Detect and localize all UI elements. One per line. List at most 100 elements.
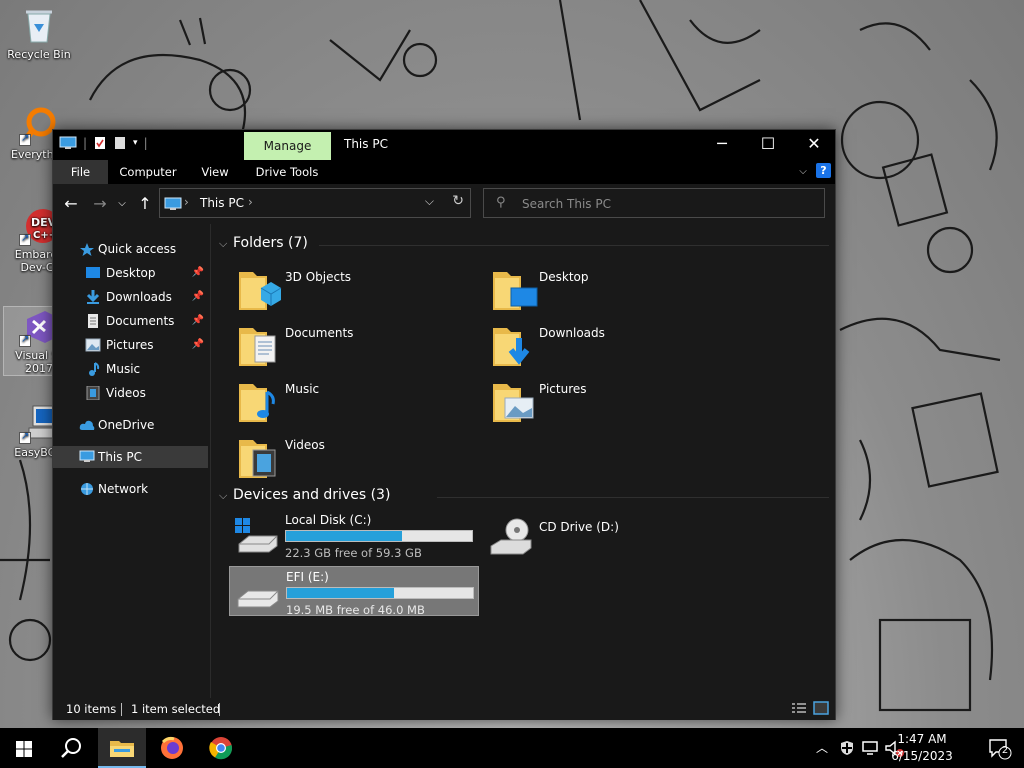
search-box[interactable]: ⚲ [483, 188, 825, 218]
taskbar-chrome[interactable] [197, 728, 245, 768]
collapse-chevron-icon[interactable]: ⌵ [219, 489, 233, 503]
breadcrumb-this-pc[interactable]: This PC [200, 196, 244, 210]
help-button[interactable]: ? [816, 163, 831, 178]
divider [437, 497, 829, 498]
desktop-icon-recycle-bin[interactable]: Recycle Bin [3, 6, 75, 61]
folder-music-icon [239, 384, 275, 422]
tab-view[interactable]: View [193, 160, 237, 184]
close-button[interactable]: ✕ [791, 130, 837, 158]
system-clock[interactable]: 1:47 AM 6/15/2023 [882, 731, 962, 765]
desktop-icon [86, 267, 100, 278]
folder-label: Desktop [539, 270, 589, 284]
drive-icon [237, 590, 279, 608]
shortcut-arrow-icon [19, 334, 31, 347]
forward-button[interactable]: → [89, 193, 111, 215]
show-hidden-icons-chevron-icon[interactable]: ︿ [816, 739, 828, 756]
nav-onedrive[interactable]: OneDrive [53, 414, 208, 436]
folder-downloads[interactable]: Downloads [493, 322, 743, 374]
breadcrumb-chevron-icon[interactable]: › [248, 195, 253, 209]
collapse-chevron-icon[interactable]: ⌵ [219, 237, 233, 251]
nav-label: Music [106, 362, 141, 376]
group-title: Devices and drives (3) [233, 487, 391, 503]
pin-icon[interactable]: 📌 [192, 262, 204, 284]
details-view-icon[interactable] [791, 702, 807, 716]
folder-desktop[interactable]: Desktop [493, 266, 743, 318]
recent-locations-button[interactable]: ⌵ [115, 193, 129, 215]
film-icon [86, 386, 100, 400]
drive-usage-bar [286, 587, 474, 599]
nav-item-downloads[interactable]: Downloads 📌 [53, 286, 208, 308]
shortcut-arrow-icon [19, 431, 31, 444]
folder-pictures[interactable]: Pictures [493, 378, 743, 430]
nav-item-documents[interactable]: Documents 📌 [53, 310, 208, 332]
nav-item-videos[interactable]: Videos [53, 382, 208, 404]
start-button[interactable] [0, 728, 48, 768]
this-pc-icon [164, 197, 182, 210]
music-note-icon [89, 362, 100, 376]
folders-group-header[interactable]: ⌵ Folders (7) [219, 235, 308, 255]
drive-label: Local Disk (C:) [285, 513, 372, 527]
nav-label: Pictures [106, 338, 154, 352]
pin-icon[interactable]: 📌 [192, 334, 204, 356]
action-center-button[interactable]: 2 [988, 738, 1012, 760]
folder-label: 3D Objects [285, 270, 352, 284]
security-shield-icon[interactable] [839, 740, 855, 756]
new-folder-icon[interactable] [113, 136, 127, 150]
address-dropdown-icon[interactable]: ⌵ [425, 194, 434, 209]
tab-file[interactable]: File [53, 160, 108, 184]
nav-this-pc[interactable]: This PC [53, 446, 208, 468]
drives-group-header[interactable]: ⌵ Devices and drives (3) [219, 487, 390, 507]
up-button[interactable]: ↑ [134, 193, 156, 215]
nav-item-music[interactable]: Music [53, 358, 208, 380]
breadcrumb-chevron-icon[interactable]: › [184, 195, 189, 209]
taskbar: ︿ 1:47 AM 6/15/2023 2 [0, 728, 1024, 768]
network-status-icon[interactable] [862, 740, 880, 756]
divider [219, 703, 220, 716]
ribbon-tabs: File Computer View Drive Tools ⌵ ? [53, 160, 835, 184]
title-bar[interactable]: | ▾ | Manage This PC ─ ☐ ✕ [53, 130, 835, 160]
back-button[interactable]: ← [60, 193, 82, 215]
picture-icon [85, 338, 101, 352]
folder-documents[interactable]: Documents [239, 322, 489, 374]
windows-drive-icon [235, 518, 278, 553]
status-item-count: 10 items [66, 702, 117, 716]
folder-music[interactable]: Music [239, 378, 489, 430]
tab-manage[interactable]: Manage [244, 132, 331, 160]
drive-cd-d[interactable]: CD Drive (D:) [483, 510, 733, 560]
file-explorer-icon [110, 741, 134, 757]
pin-icon[interactable]: 📌 [192, 310, 204, 332]
network-icon [81, 483, 93, 495]
taskbar-file-explorer[interactable] [98, 728, 146, 768]
drive-efi-e[interactable]: EFI (E:) 19.5 MB free of 46.0 MB [229, 566, 479, 617]
nav-item-desktop[interactable]: Desktop 📌 [53, 262, 208, 284]
pin-icon[interactable]: 📌 [192, 286, 204, 308]
divider [319, 245, 829, 246]
large-icons-view-icon[interactable] [813, 701, 829, 715]
refresh-icon[interactable]: ↻ [452, 193, 464, 209]
nav-item-pictures[interactable]: Pictures 📌 [53, 334, 208, 356]
this-pc-icon [59, 136, 77, 149]
maximize-button[interactable]: ☐ [745, 130, 791, 158]
address-bar[interactable]: › This PC › ⌵ ↻ [159, 188, 471, 218]
nav-network[interactable]: Network [53, 478, 208, 500]
minimize-button[interactable]: ─ [699, 130, 745, 158]
drive-local-disk-c[interactable]: Local Disk (C:) 22.3 GB free of 59.3 GB [229, 510, 479, 560]
expand-ribbon-icon[interactable]: ⌵ [791, 160, 815, 184]
customize-quick-access-icon[interactable]: ▾ [133, 138, 138, 148]
content-pane[interactable]: ⌵ Folders (7) 3D Objects Desktop Document… [211, 224, 835, 698]
navigation-pane[interactable]: Quick access Desktop 📌 Downloads 📌 Docum… [53, 224, 211, 698]
tab-drive-tools[interactable]: Drive Tools [249, 160, 325, 184]
shortcut-arrow-icon [19, 233, 31, 246]
firefox-icon [161, 736, 183, 759]
tab-computer[interactable]: Computer [111, 160, 185, 184]
properties-icon[interactable] [93, 136, 107, 150]
file-explorer-window[interactable]: | ▾ | Manage This PC ─ ☐ ✕ File Computer… [52, 129, 836, 720]
search-input[interactable] [522, 195, 812, 213]
folder-3d-objects[interactable]: 3D Objects [239, 266, 489, 318]
nav-quick-access[interactable]: Quick access [53, 238, 208, 260]
group-title: Folders (7) [233, 235, 308, 251]
taskbar-firefox[interactable] [148, 728, 196, 768]
cd-drive-icon [490, 518, 532, 555]
search-taskbar-button[interactable] [48, 728, 96, 768]
folder-videos[interactable]: Videos [239, 434, 489, 486]
